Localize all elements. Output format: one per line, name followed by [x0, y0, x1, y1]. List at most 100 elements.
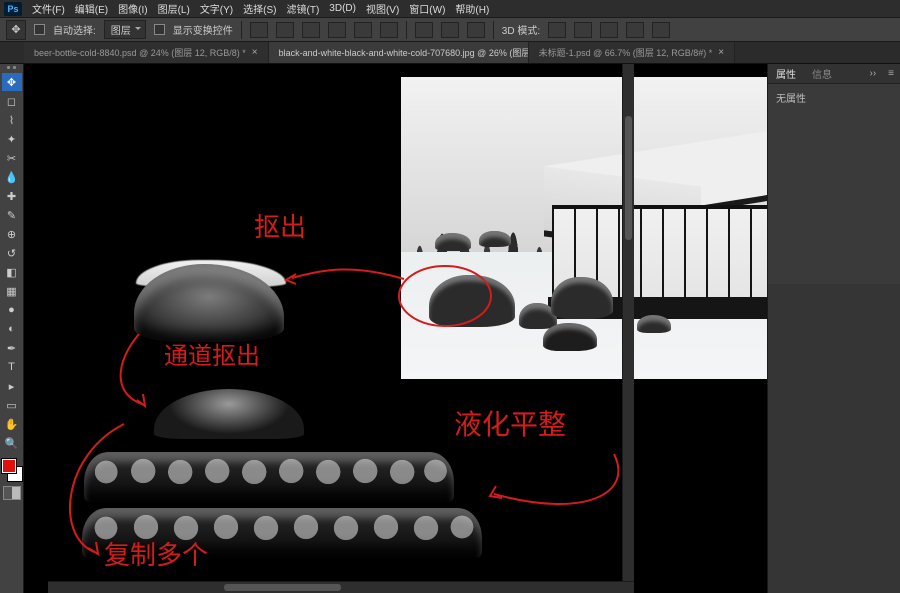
distribute-button-1[interactable]	[415, 22, 433, 38]
photo-rock	[637, 315, 671, 333]
placed-image[interactable]	[401, 77, 767, 379]
ridge-strip[interactable]	[82, 508, 482, 558]
document-tab-title: black-and-white-black-and-white-cold-707…	[279, 46, 529, 59]
auto-select-label: 自动选择:	[53, 22, 96, 37]
close-icon[interactable]: ×	[718, 47, 724, 58]
eyedropper-tool[interactable]: 💧	[2, 168, 22, 186]
document-tab-title: 未标题-1.psd @ 66.7% (图层 12, RGB/8#) *	[539, 46, 713, 59]
align-bottom-button[interactable]	[380, 22, 398, 38]
separator	[406, 21, 407, 39]
hand-tool[interactable]: ✋	[2, 415, 22, 433]
panel-collapse-icon[interactable]: ››	[863, 68, 882, 79]
quick-mask-toggle[interactable]	[3, 486, 21, 500]
zoom-tool[interactable]: 🔍	[2, 434, 22, 452]
align-top-button[interactable]	[328, 22, 346, 38]
type-tool[interactable]: T	[2, 358, 22, 376]
properties-panel-body: 无属性	[768, 84, 900, 284]
mode-3d-label: 3D 模式:	[502, 22, 540, 37]
photo-rock	[543, 323, 597, 351]
horizontal-scrollbar[interactable]	[48, 581, 634, 593]
menu-view[interactable]: 视图(V)	[366, 1, 399, 16]
properties-empty-text: 无属性	[776, 94, 806, 105]
close-icon[interactable]: ×	[252, 47, 258, 58]
separator	[493, 21, 494, 39]
document-tab[interactable]: beer-bottle-cold-8840.psd @ 24% (图层 12, …	[24, 42, 269, 63]
menu-filter[interactable]: 滤镜(T)	[287, 1, 320, 16]
history-brush-tool[interactable]: ↺	[2, 244, 22, 262]
options-bar: ✥ 自动选择: 图层 显示变换控件 3D 模式:	[0, 18, 900, 42]
separator	[241, 21, 242, 39]
auto-select-dropdown[interactable]: 图层	[104, 20, 146, 39]
tools-panel: ✥ ◻ ⌇ ✦ ✂ 💧 ✚ ✎ ⊕ ↺ ◧ ▦ ● ◐ ✒ T ▸ ▭ ✋ 🔍	[0, 64, 24, 593]
path-select-tool[interactable]: ▸	[2, 377, 22, 395]
auto-select-checkbox[interactable]	[34, 24, 45, 35]
mode-3d-btn-3[interactable]	[600, 22, 618, 38]
pen-tool[interactable]: ✒	[2, 339, 22, 357]
clone-stamp-tool[interactable]: ⊕	[2, 225, 22, 243]
healing-brush-tool[interactable]: ✚	[2, 187, 22, 205]
gradient-tool[interactable]: ▦	[2, 282, 22, 300]
canvas[interactable]: 抠出 通道抠出 复制多个 液化平整	[24, 64, 767, 593]
small-hill[interactable]	[154, 389, 304, 439]
properties-panel: 属性 信息 ›› ≡ 无属性	[768, 64, 900, 284]
menu-type[interactable]: 文字(Y)	[200, 1, 233, 16]
show-transform-label: 显示变换控件	[173, 22, 233, 37]
menu-bar: Ps 文件(F) 编辑(E) 图像(I) 图层(L) 文字(Y) 选择(S) 滤…	[0, 0, 900, 18]
document-tab[interactable]: black-and-white-black-and-white-cold-707…	[269, 42, 529, 63]
photo-rock	[435, 233, 471, 251]
marquee-tool[interactable]: ◻	[2, 92, 22, 110]
menu-select[interactable]: 选择(S)	[243, 1, 276, 16]
menu-image[interactable]: 图像(I)	[118, 1, 147, 16]
foreground-color-swatch[interactable]	[2, 459, 16, 473]
annotation-text: 液化平整	[454, 409, 566, 441]
show-transform-checkbox[interactable]	[154, 24, 165, 35]
crop-tool[interactable]: ✂	[2, 149, 22, 167]
move-tool[interactable]: ✥	[2, 73, 22, 91]
mode-3d-btn-2[interactable]	[574, 22, 592, 38]
lasso-tool[interactable]: ⌇	[2, 111, 22, 129]
tab-info[interactable]: 信息	[804, 66, 840, 81]
document-tab-title: beer-bottle-cold-8840.psd @ 24% (图层 12, …	[34, 46, 246, 59]
scrollbar-thumb[interactable]	[625, 116, 632, 240]
align-left-button[interactable]	[250, 22, 268, 38]
workspace: ✥ ◻ ⌇ ✦ ✂ 💧 ✚ ✎ ⊕ ↺ ◧ ▦ ● ◐ ✒ T ▸ ▭ ✋ 🔍	[0, 64, 900, 593]
panel-tab-strip: 属性 信息 ›› ≡	[768, 64, 900, 84]
menu-help[interactable]: 帮助(H)	[455, 1, 489, 16]
panel-menu-icon[interactable]: ≡	[882, 68, 900, 79]
eraser-tool[interactable]: ◧	[2, 263, 22, 281]
blur-tool[interactable]: ●	[2, 301, 22, 319]
tab-properties[interactable]: 属性	[768, 66, 804, 81]
vertical-scrollbar[interactable]	[622, 64, 634, 581]
mode-3d-btn-4[interactable]	[626, 22, 644, 38]
magic-wand-tool[interactable]: ✦	[2, 130, 22, 148]
tools-grip[interactable]	[2, 66, 22, 72]
menu-window[interactable]: 窗口(W)	[409, 1, 445, 16]
align-right-button[interactable]	[302, 22, 320, 38]
dodge-tool[interactable]: ◐	[2, 320, 22, 338]
mode-3d-btn-1[interactable]	[548, 22, 566, 38]
align-center-h-button[interactable]	[276, 22, 294, 38]
annotation-text: 通道抠出	[164, 343, 260, 370]
menu-layer[interactable]: 图层(L)	[158, 1, 190, 16]
panel-empty-area	[768, 284, 900, 593]
align-center-v-button[interactable]	[354, 22, 372, 38]
right-panel-dock: 属性 信息 ›› ≡ 无属性	[767, 64, 900, 593]
menu-3d[interactable]: 3D(D)	[329, 3, 356, 14]
app-logo: Ps	[4, 2, 22, 16]
menu-file[interactable]: 文件(F)	[32, 1, 65, 16]
document-tab[interactable]: 未标题-1.psd @ 66.7% (图层 12, RGB/8#) * ×	[529, 42, 736, 63]
photo-rock	[479, 231, 511, 247]
menu-edit[interactable]: 编辑(E)	[75, 1, 108, 16]
ridge-strip[interactable]	[84, 452, 454, 502]
color-swatches[interactable]	[2, 459, 22, 481]
brush-tool[interactable]: ✎	[2, 206, 22, 224]
current-tool-icon[interactable]: ✥	[6, 20, 26, 40]
shape-tool[interactable]: ▭	[2, 396, 22, 414]
annotation-text: 抠出	[254, 213, 306, 242]
distribute-button-3[interactable]	[467, 22, 485, 38]
scrollbar-thumb[interactable]	[224, 584, 341, 591]
distribute-button-2[interactable]	[441, 22, 459, 38]
mode-3d-btn-5[interactable]	[652, 22, 670, 38]
document-tab-strip: beer-bottle-cold-8840.psd @ 24% (图层 12, …	[0, 42, 900, 64]
photo-rock	[551, 277, 613, 319]
